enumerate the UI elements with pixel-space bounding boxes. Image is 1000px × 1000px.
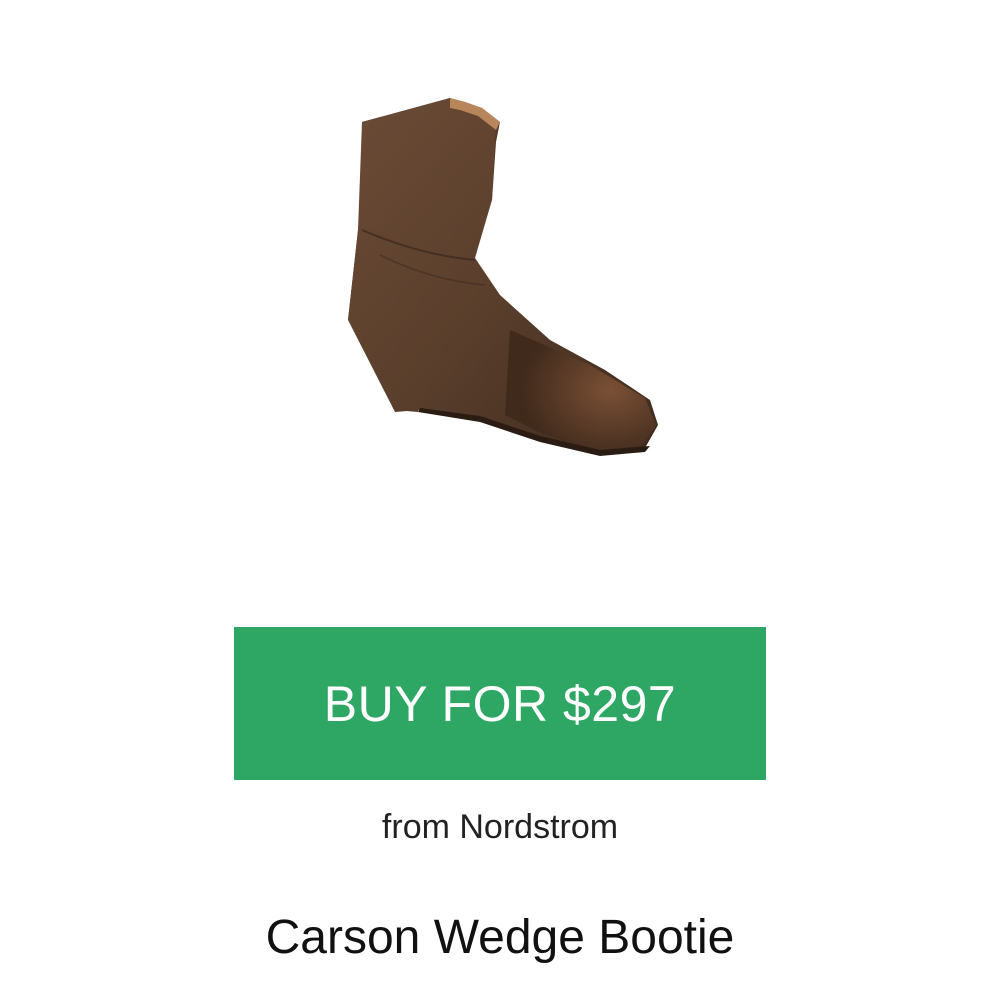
product-image[interactable] xyxy=(300,80,680,520)
retailer-label: from Nordstrom xyxy=(381,808,619,846)
buy-button[interactable]: BUY FOR $297 xyxy=(234,627,766,780)
product-title: Carson Wedge Bootie xyxy=(265,911,735,964)
product-page: BUY FOR $297 from Nordstrom Carson Wedge… xyxy=(0,0,1000,1000)
boot-illustration xyxy=(348,98,658,456)
